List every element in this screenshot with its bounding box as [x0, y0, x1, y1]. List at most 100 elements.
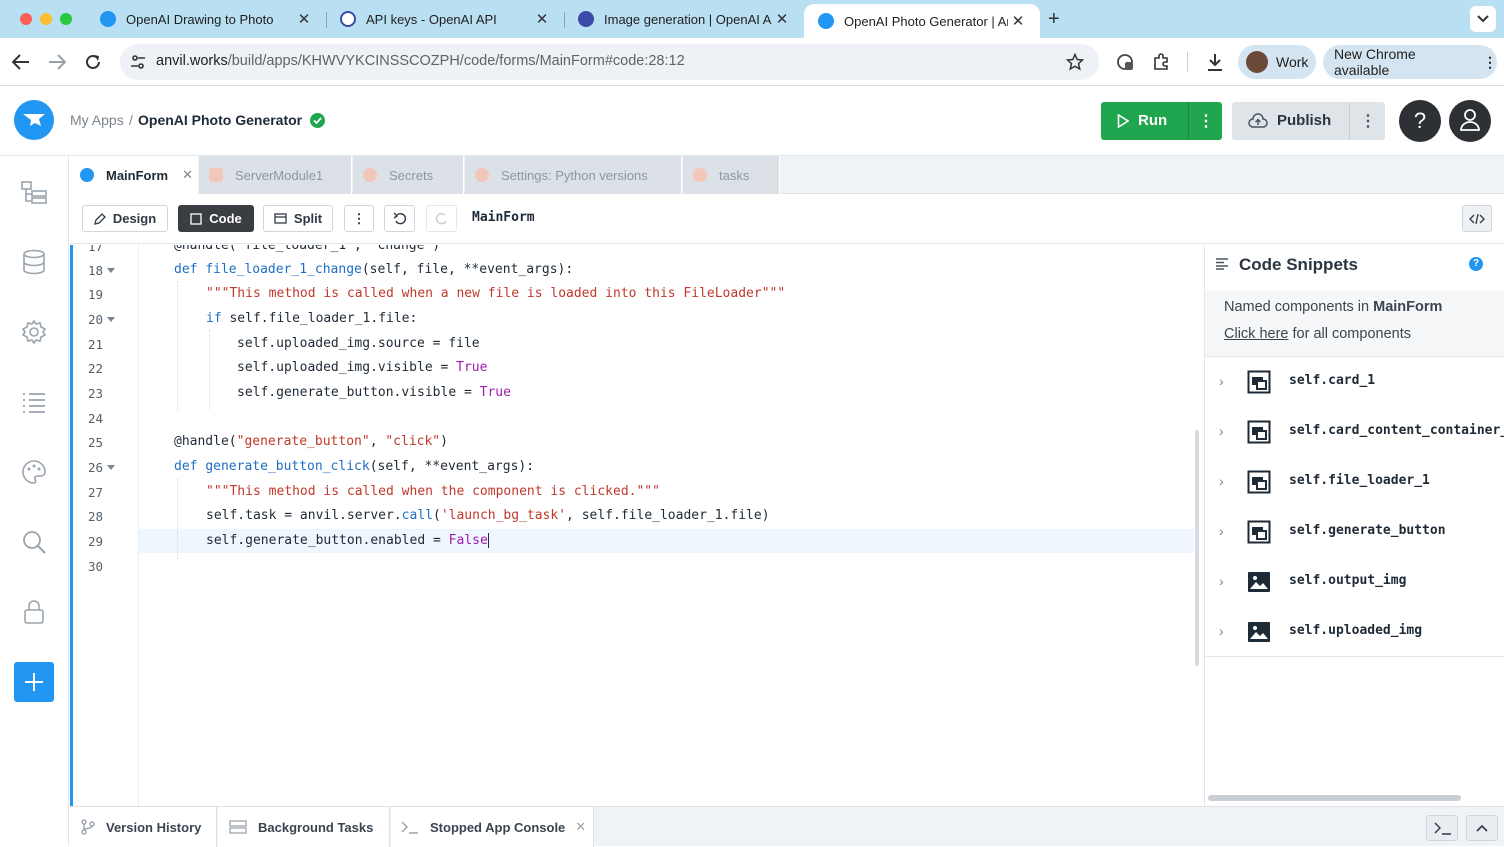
close-tab-icon[interactable]: ✕ [772, 10, 792, 28]
component-item[interactable]: › self.uploaded_img [1205, 607, 1504, 657]
help-icon[interactable]: ? [1469, 257, 1483, 271]
zoom-window-button[interactable] [60, 13, 72, 25]
fold-arrow-icon[interactable] [107, 268, 115, 273]
tasks-icon [693, 168, 707, 182]
undo-button[interactable] [384, 205, 415, 232]
panel-title: Code Snippets [1239, 255, 1359, 274]
tab-mainform[interactable]: MainForm ✕ [70, 156, 198, 194]
app-name[interactable]: OpenAI Photo Generator [138, 112, 302, 128]
more-vertical-icon: ⋮ [352, 210, 366, 226]
app-browser-icon[interactable] [20, 178, 48, 206]
run-options-icon[interactable]: ⋮ [1198, 111, 1214, 131]
search-icon[interactable] [20, 528, 48, 556]
component-item[interactable]: › self.card_content_container_1 [1205, 407, 1504, 457]
anvil-logo-icon[interactable] [14, 100, 54, 140]
component-item[interactable]: › self.file_loader_1 [1205, 457, 1504, 507]
component-item[interactable]: › self.output_img [1205, 557, 1504, 607]
chevron-right-icon[interactable]: › [1219, 523, 1224, 539]
line-number: 30 [87, 559, 103, 574]
browser-tab[interactable]: Image generation | OpenAI AP ✕ [564, 0, 804, 38]
redo-button[interactable] [426, 205, 457, 232]
close-console-icon[interactable]: ✕ [575, 819, 586, 835]
tab-tasks[interactable]: tasks [683, 156, 780, 194]
browser-tab-active[interactable]: OpenAI Photo Generator | Anv ✕ [804, 4, 1040, 38]
new-tab-icon[interactable]: + [1048, 8, 1060, 31]
click-here-link[interactable]: Click here [1224, 326, 1288, 342]
profile-button[interactable]: Work [1238, 45, 1316, 79]
publish-button[interactable]: Publish ⋮ [1232, 102, 1385, 140]
account-button[interactable] [1449, 100, 1491, 142]
code-button[interactable]: Code [178, 205, 254, 232]
openai-favicon-icon [340, 11, 356, 27]
all-components-suffix: for all components [1288, 326, 1411, 342]
checkmark-icon [313, 117, 322, 125]
design-button[interactable]: Design [82, 205, 168, 232]
tab-servermodule1[interactable]: ServerModule1 [199, 156, 352, 194]
close-tab-icon[interactable]: ✕ [1008, 12, 1028, 30]
help-button[interactable]: ? [1399, 100, 1441, 142]
line-number: 19 [87, 287, 103, 302]
chevron-right-icon[interactable]: › [1219, 473, 1224, 489]
chrome-update-button[interactable]: New Chrome available ⋮ [1323, 45, 1497, 79]
code-line: if self.file_loader_1.file: [206, 311, 418, 326]
named-form: MainForm [1373, 299, 1443, 315]
split-button[interactable]: Split [263, 205, 333, 232]
app-console-button[interactable]: Stopped App Console ✕ [391, 807, 594, 847]
bookmark-star-icon[interactable] [1066, 53, 1084, 71]
toggle-code-panel-button[interactable] [1462, 205, 1492, 232]
close-tab-icon[interactable]: ✕ [182, 167, 193, 183]
code-line: """This method is called when the compon… [206, 484, 660, 499]
text-cursor [487, 533, 489, 548]
version-history-button[interactable]: Version History [70, 807, 217, 847]
horizontal-scrollbar[interactable] [1208, 795, 1461, 801]
settings-gear-icon[interactable] [20, 318, 48, 346]
chevron-right-icon[interactable]: › [1219, 423, 1224, 439]
database-icon[interactable] [20, 248, 48, 276]
line-number: 22 [87, 361, 103, 376]
address-bar[interactable]: anvil.works/build/apps/KHWVYKCINSSCOZPH/… [120, 44, 1099, 80]
download-icon[interactable] [1206, 52, 1224, 72]
more-options-button[interactable]: ⋮ [344, 205, 374, 232]
terminal-icon [401, 821, 418, 834]
close-tab-icon[interactable]: ✕ [294, 10, 314, 28]
component-item[interactable]: › self.card_1 [1205, 357, 1504, 407]
tab-search-button[interactable] [1470, 6, 1496, 32]
chevron-right-icon[interactable]: › [1219, 623, 1224, 639]
menu-lines-icon[interactable] [1215, 258, 1229, 270]
vertical-scrollbar[interactable] [1195, 430, 1199, 666]
back-arrow-icon[interactable] [12, 54, 30, 70]
indent-guide [209, 330, 210, 410]
line-number: 21 [87, 337, 103, 352]
background-tasks-button[interactable]: Background Tasks [218, 807, 390, 847]
minimize-window-button[interactable] [40, 13, 52, 25]
open-console-button[interactable] [1426, 815, 1458, 841]
code-editor[interactable]: 17 18 19 20 21 22 23 24 25 26 27 28 29 3… [70, 245, 1204, 806]
breadcrumb-my-apps[interactable]: My Apps [70, 112, 124, 128]
site-info-icon[interactable] [130, 54, 146, 70]
run-button[interactable]: Run ⋮ [1101, 102, 1222, 140]
add-button[interactable] [14, 662, 54, 702]
list-icon[interactable] [20, 388, 48, 416]
theme-palette-icon[interactable] [20, 458, 48, 486]
lock-icon[interactable] [20, 598, 48, 626]
fold-arrow-icon[interactable] [107, 465, 115, 470]
tab-secrets[interactable]: Secrets [353, 156, 464, 194]
component-item[interactable]: › self.generate_button [1205, 507, 1504, 557]
component-name: self.generate_button [1289, 523, 1446, 538]
code-line: def generate_button_click(self, **event_… [174, 459, 535, 474]
extension-vpn-icon[interactable] [1116, 53, 1134, 71]
expand-panel-button[interactable] [1466, 815, 1498, 841]
browser-tab[interactable]: OpenAI Drawing to Photo ✕ [86, 0, 326, 38]
chevron-right-icon[interactable]: › [1219, 373, 1224, 389]
close-window-button[interactable] [20, 13, 32, 25]
close-tab-icon[interactable]: ✕ [532, 10, 552, 28]
chevron-right-icon[interactable]: › [1219, 573, 1224, 589]
browser-tab[interactable]: API keys - OpenAI API ✕ [326, 0, 564, 38]
fold-arrow-icon[interactable] [107, 317, 115, 322]
publish-options-icon[interactable]: ⋮ [1360, 111, 1376, 131]
tab-settings-python[interactable]: Settings: Python versions [465, 156, 682, 194]
forward-arrow-icon[interactable] [48, 54, 66, 70]
reload-icon[interactable] [84, 53, 102, 71]
extensions-puzzle-icon[interactable] [1152, 53, 1170, 71]
toolbar-divider [1187, 52, 1188, 72]
